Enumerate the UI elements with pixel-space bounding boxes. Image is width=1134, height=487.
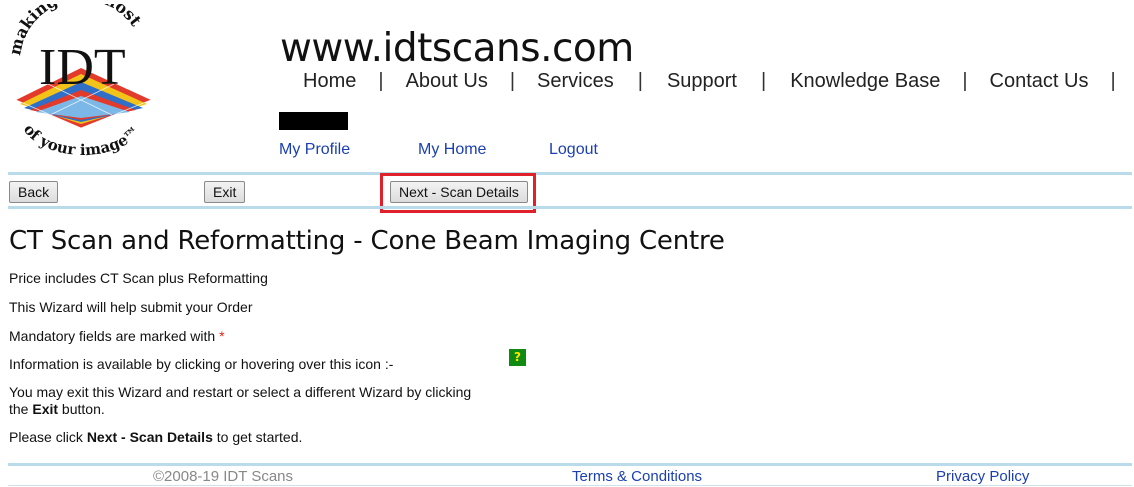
- my-profile-link[interactable]: My Profile: [279, 141, 350, 159]
- nav-separator: |: [378, 70, 384, 92]
- footer-bottom-divider: [8, 485, 1132, 486]
- required-marker: *: [219, 328, 225, 344]
- idt-logo-graphic: making the most IDT of your image™: [5, 0, 152, 159]
- info-help-icon[interactable]: ?: [509, 349, 526, 366]
- site-url: www.idtscans.com: [280, 26, 634, 71]
- idt-logo[interactable]: making the most IDT of your image™: [5, 0, 156, 164]
- nav-services[interactable]: Services: [537, 70, 614, 93]
- exit-help-line-1: You may exit this Wizard and restart or …: [9, 384, 472, 400]
- start-post: to get started.: [212, 429, 303, 445]
- start-text: Please click Next - Scan Details to get …: [9, 429, 302, 445]
- mandatory-label: Mandatory fields are marked with: [9, 328, 220, 344]
- nav-contact-us[interactable]: Contact Us: [990, 70, 1089, 93]
- start-pre: Please click: [9, 429, 87, 445]
- nav-separator: |: [637, 70, 643, 92]
- terms-link[interactable]: Terms & Conditions: [572, 468, 702, 485]
- price-text: Price includes CT Scan plus Reformatting: [9, 270, 268, 286]
- back-button[interactable]: Back: [9, 181, 59, 203]
- wizard-intro-text: This Wizard will help submit your Order: [9, 299, 253, 315]
- nav-separator: |: [509, 70, 516, 92]
- start-bold: Next - Scan Details: [86, 429, 213, 445]
- nav-about-us[interactable]: About Us: [406, 70, 488, 93]
- toolbar-bottom-divider: [8, 206, 1132, 209]
- exit-help-bold: Exit: [32, 401, 59, 417]
- exit-button[interactable]: Exit: [204, 181, 246, 203]
- mandatory-text: Mandatory fields are marked with *: [9, 328, 225, 344]
- redacted-username: [279, 112, 348, 130]
- nav-separator: |: [962, 70, 968, 92]
- main-nav: Home | About Us | Services | Support | Knowledge…: [303, 70, 1134, 93]
- my-home-link[interactable]: My Home: [418, 141, 486, 159]
- nav-knowledge-base[interactable]: Knowledge Base: [790, 70, 940, 93]
- info-text: Information is available by clicking or …: [9, 356, 394, 372]
- nav-separator: |: [761, 70, 767, 92]
- logout-link[interactable]: Logout: [549, 141, 598, 159]
- exit-help-pre: the: [9, 401, 33, 417]
- nav-home[interactable]: Home: [303, 70, 356, 93]
- footer-divider: [8, 463, 1132, 466]
- logo-brand: IDT: [39, 39, 126, 96]
- exit-help-post: button.: [58, 401, 105, 417]
- exit-help-text: You may exit this Wizard and restart or …: [9, 384, 471, 418]
- nav-separator: |: [1110, 70, 1116, 92]
- nav-support[interactable]: Support: [667, 70, 737, 93]
- toolbar-top-divider: [8, 172, 1132, 175]
- privacy-policy-link[interactable]: Privacy Policy: [936, 468, 1029, 485]
- next-scan-details-button[interactable]: Next - Scan Details: [390, 181, 528, 203]
- page-title: CT Scan and Reformatting - Cone Beam Ima…: [9, 226, 725, 256]
- copyright-text: ©2008-19 IDT Scans: [153, 468, 294, 485]
